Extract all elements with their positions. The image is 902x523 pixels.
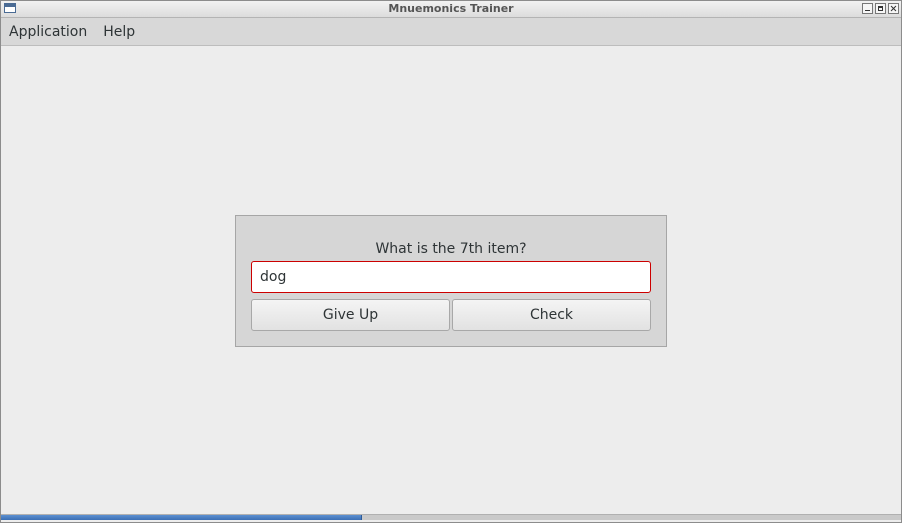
question-label: What is the 7th item? <box>375 241 527 257</box>
give-up-button[interactable]: Give Up <box>251 299 450 331</box>
maximize-icon[interactable] <box>875 3 886 14</box>
quiz-panel: What is the 7th item? Give Up Check <box>235 215 667 347</box>
window-controls <box>862 3 899 14</box>
menu-application[interactable]: Application <box>1 24 95 40</box>
answer-input[interactable] <box>251 261 651 293</box>
progress-bar-fill <box>1 515 362 520</box>
title-bar[interactable]: Mnuemonics Trainer <box>1 1 901 18</box>
minimize-icon[interactable] <box>862 3 873 14</box>
menu-bar: Application Help <box>1 18 901 46</box>
window-title: Mnuemonics Trainer <box>388 2 514 15</box>
progress-bar <box>1 514 901 520</box>
check-button[interactable]: Check <box>452 299 651 331</box>
close-icon[interactable] <box>888 3 899 14</box>
app-window: Mnuemonics Trainer Application Help What… <box>0 0 902 523</box>
menu-help[interactable]: Help <box>95 24 143 40</box>
